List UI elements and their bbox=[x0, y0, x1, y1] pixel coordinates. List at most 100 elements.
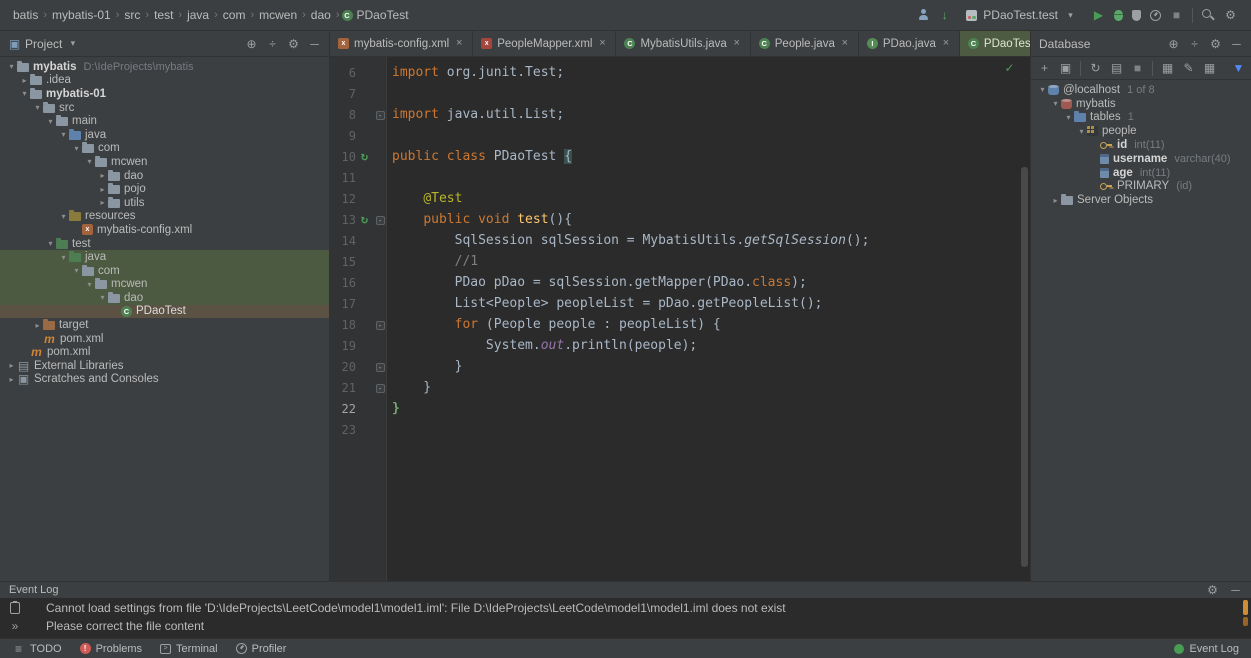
code-area[interactable]: 6 import org.junit.Test; 7 8- import java.u… bbox=[330, 57, 1030, 440]
expanded-arrow-icon[interactable]: ▾ bbox=[84, 280, 95, 289]
database-tree-item-username[interactable]: username varchar(40) bbox=[1031, 152, 1251, 166]
breadcrumb-item-java[interactable]: java bbox=[184, 7, 212, 23]
close-icon[interactable]: × bbox=[941, 38, 951, 49]
project-tree-item-resources[interactable]: ▾ resources bbox=[0, 210, 329, 224]
table-icon[interactable]: ▦ bbox=[1161, 62, 1174, 74]
statusbar-problems[interactable]: ! Problems bbox=[79, 643, 142, 655]
collapsed-arrow-icon[interactable]: ▸ bbox=[97, 185, 108, 194]
expanded-arrow-icon[interactable]: ▾ bbox=[6, 62, 17, 71]
code-line-8[interactable]: 8 - import java.util.List; bbox=[330, 104, 1030, 125]
collapsed-arrow-icon[interactable]: ▸ bbox=[6, 375, 17, 384]
stop-icon[interactable]: ■ bbox=[1131, 62, 1144, 74]
project-tree-item-dao[interactable]: ▸ dao bbox=[0, 169, 329, 183]
project-tree-item-com[interactable]: ▾ com bbox=[0, 142, 329, 156]
expanded-arrow-icon[interactable]: ▾ bbox=[1050, 99, 1061, 108]
profiler-icon[interactable] bbox=[235, 643, 247, 654]
breadcrumb-item-com[interactable]: com bbox=[220, 7, 249, 23]
expanded-arrow-icon[interactable]: ▾ bbox=[1076, 127, 1087, 136]
statusbar-todo[interactable]: ≡ TODO bbox=[12, 643, 62, 655]
database-tree-item-age[interactable]: age int(11) bbox=[1031, 166, 1251, 180]
database-tree-item-primary[interactable]: PRIMARY (id) bbox=[1031, 180, 1251, 194]
settings-icon[interactable]: ⚙ bbox=[1224, 9, 1237, 21]
collapsed-arrow-icon[interactable]: ▸ bbox=[1050, 196, 1061, 205]
duplicate-icon[interactable]: ▣ bbox=[1059, 62, 1072, 74]
database-tree-item-mybatis[interactable]: ▾ mybatis bbox=[1031, 97, 1251, 111]
code-line-15[interactable]: 15 //1 bbox=[330, 251, 1030, 272]
code-line-16[interactable]: 16 PDao pDao = sqlSession.getMapper(PDao… bbox=[330, 272, 1030, 293]
database-tree-item-id[interactable]: id int(11) bbox=[1031, 138, 1251, 152]
error-stripe-marker[interactable] bbox=[1243, 600, 1248, 615]
expanded-arrow-icon[interactable]: ▾ bbox=[1063, 113, 1074, 122]
settings-icon[interactable]: ⚙ bbox=[1206, 584, 1219, 596]
project-tree-item-external-libraries[interactable]: ▸ ▤ External Libraries bbox=[0, 359, 329, 373]
editor-scrollbar[interactable] bbox=[1021, 167, 1028, 567]
breadcrumb-item-src[interactable]: src bbox=[121, 7, 143, 23]
statusbar-event-log[interactable]: Event Log bbox=[1174, 643, 1239, 655]
collapsed-arrow-icon[interactable]: ▸ bbox=[32, 321, 43, 330]
breadcrumb-item-mybatis-01[interactable]: mybatis-01 bbox=[49, 7, 114, 23]
project-tree-item-java[interactable]: ▾ java bbox=[0, 128, 329, 142]
fold-icon[interactable]: - bbox=[375, 111, 385, 120]
run-config-combo[interactable]: PDaoTest.test ▾ bbox=[960, 6, 1083, 24]
code-line-10[interactable]: 10 ↻ public class PDaoTest { bbox=[330, 146, 1030, 167]
fold-icon[interactable]: - bbox=[375, 384, 385, 393]
expanded-arrow-icon[interactable]: ▾ bbox=[32, 103, 43, 112]
tab-people.java[interactable]: C People.java × bbox=[751, 31, 859, 56]
close-icon[interactable]: × bbox=[597, 38, 607, 49]
fold-icon[interactable]: - bbox=[375, 216, 385, 225]
edit-icon[interactable]: ✎ bbox=[1182, 62, 1195, 74]
code-line-18[interactable]: 18 - for (People people : peopleList) { bbox=[330, 314, 1030, 335]
expanded-arrow-icon[interactable]: ▾ bbox=[58, 130, 69, 139]
project-tree-item-utils[interactable]: ▸ utils bbox=[0, 196, 329, 210]
code-line-19[interactable]: 19 System.out.println(people); bbox=[330, 335, 1030, 356]
breadcrumb-item-dao[interactable]: dao bbox=[308, 7, 334, 23]
expanded-arrow-icon[interactable]: ▾ bbox=[45, 117, 56, 126]
database-tree-item-@localhost[interactable]: ▾ @localhost 1 of 8 bbox=[1031, 83, 1251, 97]
hide-icon[interactable]: ─ bbox=[308, 38, 321, 50]
collapsed-arrow-icon[interactable]: ▸ bbox=[97, 171, 108, 180]
code-line-9[interactable]: 9 bbox=[330, 125, 1030, 146]
breadcrumb-item-mcwen[interactable]: mcwen bbox=[256, 7, 300, 23]
settings-icon[interactable]: ⚙ bbox=[287, 38, 300, 50]
hide-icon[interactable]: ─ bbox=[1229, 584, 1242, 596]
expanded-arrow-icon[interactable]: ▾ bbox=[71, 144, 82, 153]
project-tree-item-mybatis-config.xml[interactable]: x mybatis-config.xml bbox=[0, 223, 329, 237]
expanded-arrow-icon[interactable]: ▾ bbox=[19, 89, 30, 98]
collapse-all-icon[interactable]: ÷ bbox=[266, 38, 279, 50]
code-line-11[interactable]: 11 bbox=[330, 167, 1030, 188]
search-icon[interactable] bbox=[1202, 8, 1215, 22]
close-icon[interactable]: × bbox=[732, 38, 742, 49]
project-tree-item-test[interactable]: ▾ test bbox=[0, 237, 329, 251]
expanded-arrow-icon[interactable]: ▾ bbox=[71, 266, 82, 275]
code-line-13[interactable]: 13 ↻ - public void test(){ bbox=[330, 209, 1030, 230]
tab-mybatis-config.xml[interactable]: x mybatis-config.xml × bbox=[330, 31, 474, 56]
database-tree-item-people[interactable]: ▾ people bbox=[1031, 124, 1251, 138]
project-tree-item-main[interactable]: ▾ main bbox=[0, 114, 329, 128]
breadcrumb-item-pdaotest[interactable]: PDaoTest bbox=[354, 7, 412, 23]
chevron-down-icon[interactable]: ▾ bbox=[1064, 10, 1077, 20]
project-tree-item-dao[interactable]: ▾ dao bbox=[0, 291, 329, 305]
project-tree-item-pdaotest[interactable]: C PDaoTest bbox=[0, 304, 329, 319]
collapsed-arrow-icon[interactable]: ▸ bbox=[6, 361, 17, 370]
vcs-user-icon[interactable] bbox=[917, 9, 929, 21]
sync-icon[interactable]: ↻ bbox=[1089, 62, 1102, 74]
code-line-6[interactable]: 6 import org.junit.Test; bbox=[330, 62, 1030, 83]
code-line-14[interactable]: 14 SqlSession sqlSession = MybatisUtils.… bbox=[330, 230, 1030, 251]
coverage-icon[interactable] bbox=[1132, 9, 1141, 21]
expand-icon[interactable]: » bbox=[9, 620, 22, 632]
project-tree-item-.idea[interactable]: ▸ .idea bbox=[0, 74, 329, 88]
breadcrumb-item-batis[interactable]: batis bbox=[10, 7, 41, 23]
project-tree-item-mybatis-01[interactable]: ▾ mybatis-01 bbox=[0, 87, 329, 101]
chevron-down-icon[interactable]: ▾ bbox=[66, 39, 79, 48]
code-line-17[interactable]: 17 List<People> peopleList = pDao.getPeo… bbox=[330, 293, 1030, 314]
expanded-arrow-icon[interactable]: ▾ bbox=[97, 293, 108, 302]
locate-icon[interactable]: ⊕ bbox=[1167, 38, 1180, 50]
error-stripe-marker-2[interactable] bbox=[1243, 617, 1248, 626]
diagram-icon[interactable]: ▦ bbox=[1203, 62, 1216, 74]
collapsed-arrow-icon[interactable]: ▸ bbox=[19, 76, 30, 85]
code-line-12[interactable]: 12 @Test bbox=[330, 188, 1030, 209]
settings-icon[interactable]: ⚙ bbox=[1209, 38, 1222, 50]
project-tree-item-scratches-and-consoles[interactable]: ▸ ▣ Scratches and Consoles bbox=[0, 373, 329, 387]
expanded-arrow-icon[interactable]: ▾ bbox=[45, 239, 56, 248]
debug-icon[interactable] bbox=[1114, 9, 1123, 21]
